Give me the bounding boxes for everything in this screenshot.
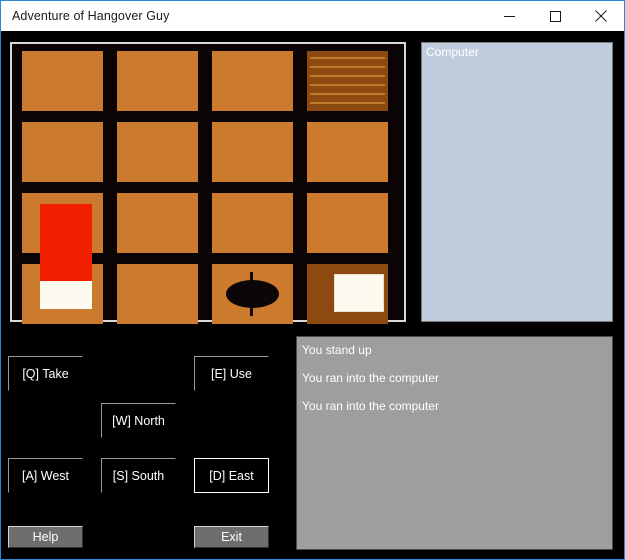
map-tile — [117, 51, 198, 111]
window-title: Adventure of Hangover Guy — [12, 9, 170, 23]
client-area: Computer You stand up You ran into the c… — [1, 31, 624, 559]
maximize-button[interactable] — [532, 1, 578, 31]
north-button[interactable]: [W] North — [101, 403, 176, 438]
map-tile — [307, 193, 388, 253]
map-tile — [212, 51, 293, 111]
take-button[interactable]: [Q] Take — [8, 356, 83, 391]
object-listbox[interactable]: Computer — [421, 42, 613, 322]
close-button[interactable] — [578, 1, 624, 31]
exit-button[interactable]: Exit — [194, 526, 269, 548]
map-tile-striped-wood — [307, 51, 388, 111]
window-controls — [486, 1, 624, 31]
map-tile — [22, 51, 103, 111]
map-panel[interactable] — [10, 42, 406, 324]
message-log[interactable]: You stand up You ran into the computer Y… — [296, 336, 613, 550]
south-button[interactable]: [S] South — [101, 458, 176, 493]
map-tile-computer-desk — [307, 264, 388, 324]
computer-screen-icon — [334, 274, 384, 312]
map-tile — [307, 122, 388, 182]
map-tile — [212, 122, 293, 182]
help-button[interactable]: Help — [8, 526, 83, 548]
map-tile — [212, 193, 293, 253]
title-bar: Adventure of Hangover Guy — [1, 1, 624, 31]
west-button[interactable]: [A] West — [8, 458, 83, 493]
wood-stripes-icon — [307, 51, 388, 111]
minimize-button[interactable] — [486, 1, 532, 31]
map-tile — [117, 193, 198, 253]
game-window: Adventure of Hangover Guy Computer You s… — [0, 0, 625, 560]
table-icon — [226, 280, 279, 308]
bed-icon — [40, 204, 92, 281]
list-item[interactable]: Computer — [425, 45, 612, 60]
map-tile — [22, 122, 103, 182]
map-tile — [117, 122, 198, 182]
tile-grid — [12, 44, 404, 324]
use-button[interactable]: [E] Use — [194, 356, 269, 391]
log-line: You ran into the computer — [302, 399, 439, 413]
log-line: You ran into the computer — [302, 371, 439, 385]
east-button[interactable]: [D] East — [194, 458, 269, 493]
bed-pillow-icon — [40, 281, 92, 309]
map-tile — [212, 264, 293, 324]
log-line: You stand up — [302, 343, 372, 357]
map-tile — [117, 264, 198, 324]
